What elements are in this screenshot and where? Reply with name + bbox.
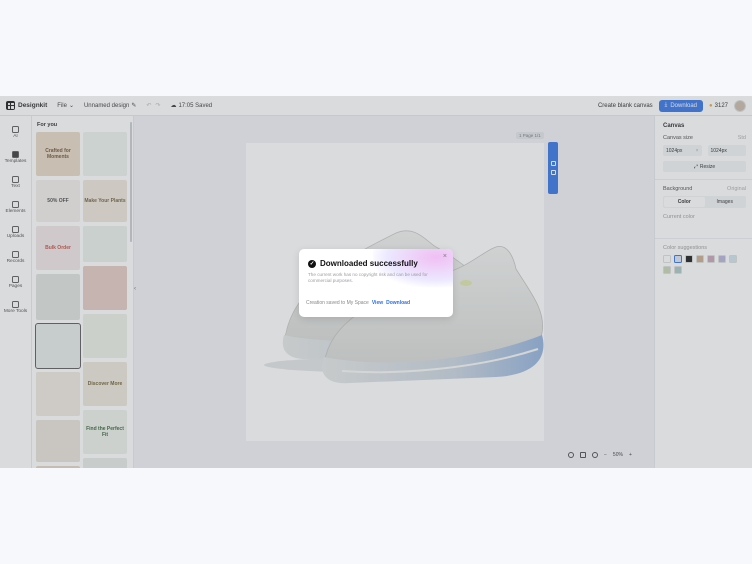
dialog-header: ✓ Downloaded successfully bbox=[308, 259, 418, 268]
app-window: Designkit File ⌄ Unnamed design ✎ ↶ ↷ ☁ … bbox=[0, 96, 752, 468]
dialog-title: Downloaded successfully bbox=[320, 259, 418, 268]
close-icon[interactable]: × bbox=[443, 253, 447, 260]
download-link[interactable]: Download bbox=[386, 300, 410, 306]
check-circle-icon: ✓ bbox=[308, 259, 316, 268]
dialog-description: The current work has no copyright risk a… bbox=[308, 272, 428, 283]
dialog-footer: Creation saved to My Space View Download bbox=[306, 300, 410, 306]
view-link[interactable]: View bbox=[372, 300, 383, 306]
download-success-dialog: ✓ Downloaded successfully × The current … bbox=[299, 249, 453, 317]
dialog-footer-text: Creation saved to My Space bbox=[306, 300, 369, 306]
